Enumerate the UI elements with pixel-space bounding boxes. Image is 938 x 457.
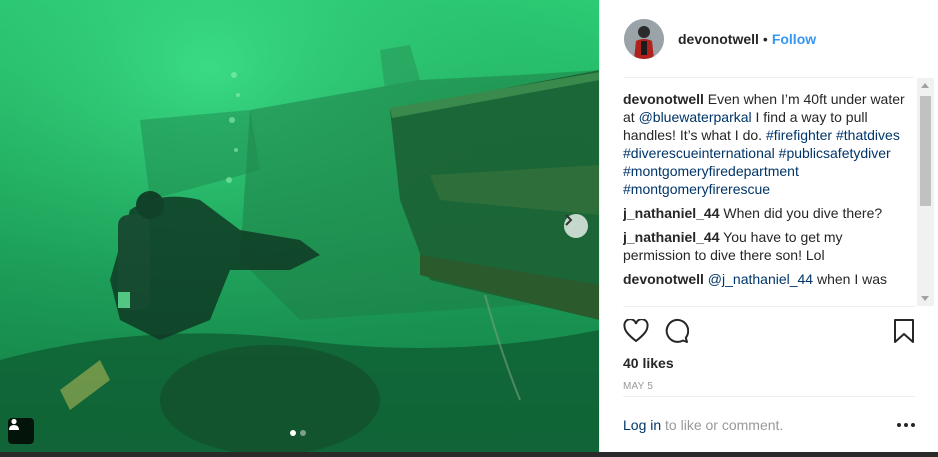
comment-item: j_nathaniel_44 When did you dive there? xyxy=(623,204,913,222)
scroll-down-arrow[interactable] xyxy=(921,296,929,301)
comment-button[interactable] xyxy=(663,318,689,344)
page-background-strip xyxy=(0,452,938,457)
hashtag-link[interactable]: #montgomeryfiredepartment xyxy=(623,163,799,179)
post-date[interactable]: MAY 5 xyxy=(623,381,915,392)
comment-username[interactable]: j_nathaniel_44 xyxy=(623,205,720,221)
post-actions: 40 likes MAY 5 xyxy=(623,306,915,392)
instagram-post-modal: devonotwell • Follow devonotwell Even wh… xyxy=(0,0,938,457)
hashtag-link[interactable]: #publicsafetydiver xyxy=(779,145,891,161)
avatar[interactable] xyxy=(624,18,664,59)
post-photo[interactable] xyxy=(0,0,599,452)
bookmark-icon xyxy=(894,319,914,343)
hashtag-link[interactable]: #diverescueinternational xyxy=(623,145,775,161)
action-icons-row xyxy=(623,307,915,355)
more-dot xyxy=(897,422,901,427)
underwater-scene xyxy=(0,0,599,452)
diver-avatar-image xyxy=(624,18,664,59)
login-footer: Log in to like or comment. xyxy=(623,396,915,452)
login-prompt-text: to like or comment. xyxy=(661,416,784,433)
post-header: devonotwell • Follow xyxy=(624,0,914,78)
more-dot xyxy=(904,422,908,427)
heart-icon xyxy=(623,319,649,343)
comment-item: devonotwell @j_nathaniel_44 when I was xyxy=(623,270,913,288)
comments-scrollbar[interactable] xyxy=(917,78,934,306)
person-icon xyxy=(9,418,19,430)
carousel-dot-2 xyxy=(300,430,306,436)
like-button[interactable] xyxy=(623,319,649,343)
hashtag-link[interactable]: #firefighter xyxy=(766,127,832,143)
likes-count[interactable]: 40 likes xyxy=(623,355,915,371)
follow-button[interactable]: Follow xyxy=(772,31,816,47)
comment-bubble-icon xyxy=(665,318,689,343)
mention-link[interactable]: @j_nathaniel_44 xyxy=(708,271,813,287)
comment-username[interactable]: devonotwell xyxy=(623,91,704,107)
comments-list: devonotwell Even when I’m 40ft under wat… xyxy=(623,90,913,306)
save-button[interactable] xyxy=(893,318,915,344)
comment-item: devonotwell Even when I’m 40ft under wat… xyxy=(623,90,913,198)
scroll-up-arrow[interactable] xyxy=(921,83,929,88)
more-options-icon[interactable] xyxy=(897,422,915,427)
carousel-next-button[interactable] xyxy=(564,214,588,238)
tagged-users-button[interactable] xyxy=(8,418,34,444)
more-dot xyxy=(911,422,915,427)
chevron-right-icon xyxy=(565,214,573,226)
comment-item: j_nathaniel_44 You have to get my permis… xyxy=(623,228,913,264)
separator-dot: • xyxy=(762,30,768,47)
carousel-dot-1 xyxy=(290,430,296,436)
scrollbar-thumb[interactable] xyxy=(920,96,931,206)
hashtag-link[interactable]: #thatdives xyxy=(836,127,900,143)
hashtag-link[interactable]: #montgomeryfirerescue xyxy=(623,181,770,197)
mention-link[interactable]: @bluewaterparkal xyxy=(639,109,752,125)
comment-text: When did you dive there? xyxy=(723,205,883,221)
comment-text: when I was xyxy=(813,271,888,287)
post-username[interactable]: devonotwell xyxy=(678,31,759,47)
comment-username[interactable]: devonotwell xyxy=(623,271,704,287)
carousel-indicator xyxy=(290,430,306,436)
login-link[interactable]: Log in xyxy=(623,417,661,433)
comment-username[interactable]: j_nathaniel_44 xyxy=(623,229,720,245)
